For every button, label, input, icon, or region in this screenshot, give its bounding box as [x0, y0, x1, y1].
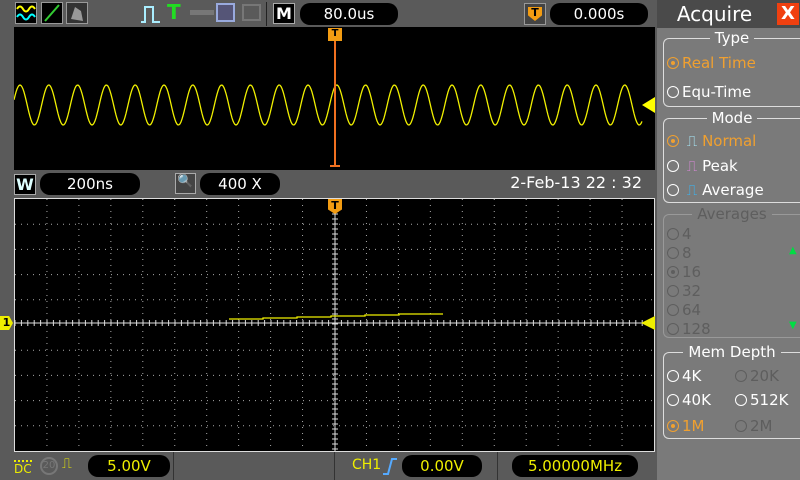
trigger-pos-icon: T [524, 3, 546, 25]
mode-average[interactable]: ⎍ Average [667, 180, 764, 200]
divider [266, 2, 267, 26]
timebase-display[interactable]: 80.0us [300, 3, 398, 25]
mem-1m[interactable]: 1M [667, 416, 705, 436]
math-line-icon[interactable] [41, 2, 63, 24]
save-icon[interactable] [216, 3, 235, 22]
divider [497, 452, 498, 480]
datetime: 2-Feb-13 22 : 32 [510, 173, 642, 192]
mem-40k[interactable]: 40K [667, 390, 711, 410]
acquire-menu: Acquire X Type Real Time Equ-Time Mode ⎍… [657, 0, 800, 480]
type-label: Type [709, 29, 755, 47]
mem-depth-section: Mem Depth 4K 20K 40K 512K 1M 2M [663, 343, 800, 439]
ch1-ground-marker[interactable]: 1 [0, 316, 13, 330]
type-section: Type Real Time Equ-Time [663, 29, 800, 107]
ch1-level-marker [642, 97, 655, 113]
mem-2m: 2M [735, 416, 773, 436]
scroll-down-icon[interactable]: ▼ [789, 320, 797, 331]
close-button[interactable]: X [777, 3, 799, 25]
scroll-up-icon[interactable]: ▲ [789, 245, 797, 256]
avg-16: 16 [667, 262, 701, 282]
window-label: W [14, 174, 36, 195]
main-display: T [14, 198, 655, 452]
zoom-factor[interactable]: 400 X [200, 173, 280, 195]
peak-icon: ⎍ [686, 157, 698, 175]
frequency-counter: 5.00000MHz [512, 455, 638, 477]
normal-icon: ⎍ [686, 132, 698, 150]
avg-4: 4 [667, 224, 692, 244]
avg-32: 32 [667, 281, 701, 301]
overview-trigger-marker: T [328, 28, 342, 41]
trigger-status-icon: T [167, 0, 181, 24]
ch1-scale[interactable]: 5.00V [88, 455, 170, 477]
coupling-indicator[interactable]: DC [14, 460, 32, 476]
ref-waveform-icon[interactable] [66, 2, 88, 24]
overview-waveform [14, 84, 643, 126]
overview-window: T [14, 27, 655, 170]
printer-icon [242, 4, 261, 21]
graticule [14, 198, 654, 451]
trigger-level[interactable]: 0.00V [402, 455, 482, 477]
divider [173, 452, 174, 480]
ch1-waveform [229, 313, 443, 320]
avg-8: 8 [667, 243, 692, 263]
trigger-position-display[interactable]: 0.000s [550, 3, 648, 25]
mem-depth-label: Mem Depth [683, 343, 781, 361]
mem-20k: 20K [735, 366, 779, 386]
mem-512k[interactable]: 512K [735, 390, 788, 410]
trigger-source[interactable]: CH1 [352, 457, 381, 473]
mode-label: Mode [706, 109, 758, 127]
magnifier-icon: 🔍 [175, 173, 196, 194]
mode-section: Mode ⎍ Normal ⎍ Peak ⎍ Average [663, 109, 800, 203]
type-real-time[interactable]: Real Time [667, 53, 756, 73]
mode-normal[interactable]: ⎍ Normal [667, 131, 756, 151]
type-equ-time[interactable]: Equ-Time [667, 82, 751, 102]
averages-label: Averages [692, 205, 772, 223]
window-timebase[interactable]: 200ns [40, 173, 140, 195]
key-lock-icon [190, 10, 214, 15]
avg-128: 128 [667, 319, 711, 339]
rising-edge-icon [382, 457, 398, 479]
channels-icon[interactable] [15, 2, 37, 24]
math-button[interactable]: M [273, 3, 295, 24]
bw-limit-indicator[interactable]: 20 [40, 457, 58, 475]
mem-4k[interactable]: 4K [667, 366, 701, 386]
average-icon: ⎍ [686, 181, 698, 199]
mode-peak[interactable]: ⎍ Peak [667, 156, 738, 176]
divider [334, 452, 335, 480]
channel-wave-icon: ⎍ [62, 456, 72, 472]
avg-64: 64 [667, 300, 701, 320]
averages-section: Averages 4 8 16 32 64 128 ▲ ▼ [663, 205, 800, 339]
run-mode-icon [140, 4, 162, 28]
